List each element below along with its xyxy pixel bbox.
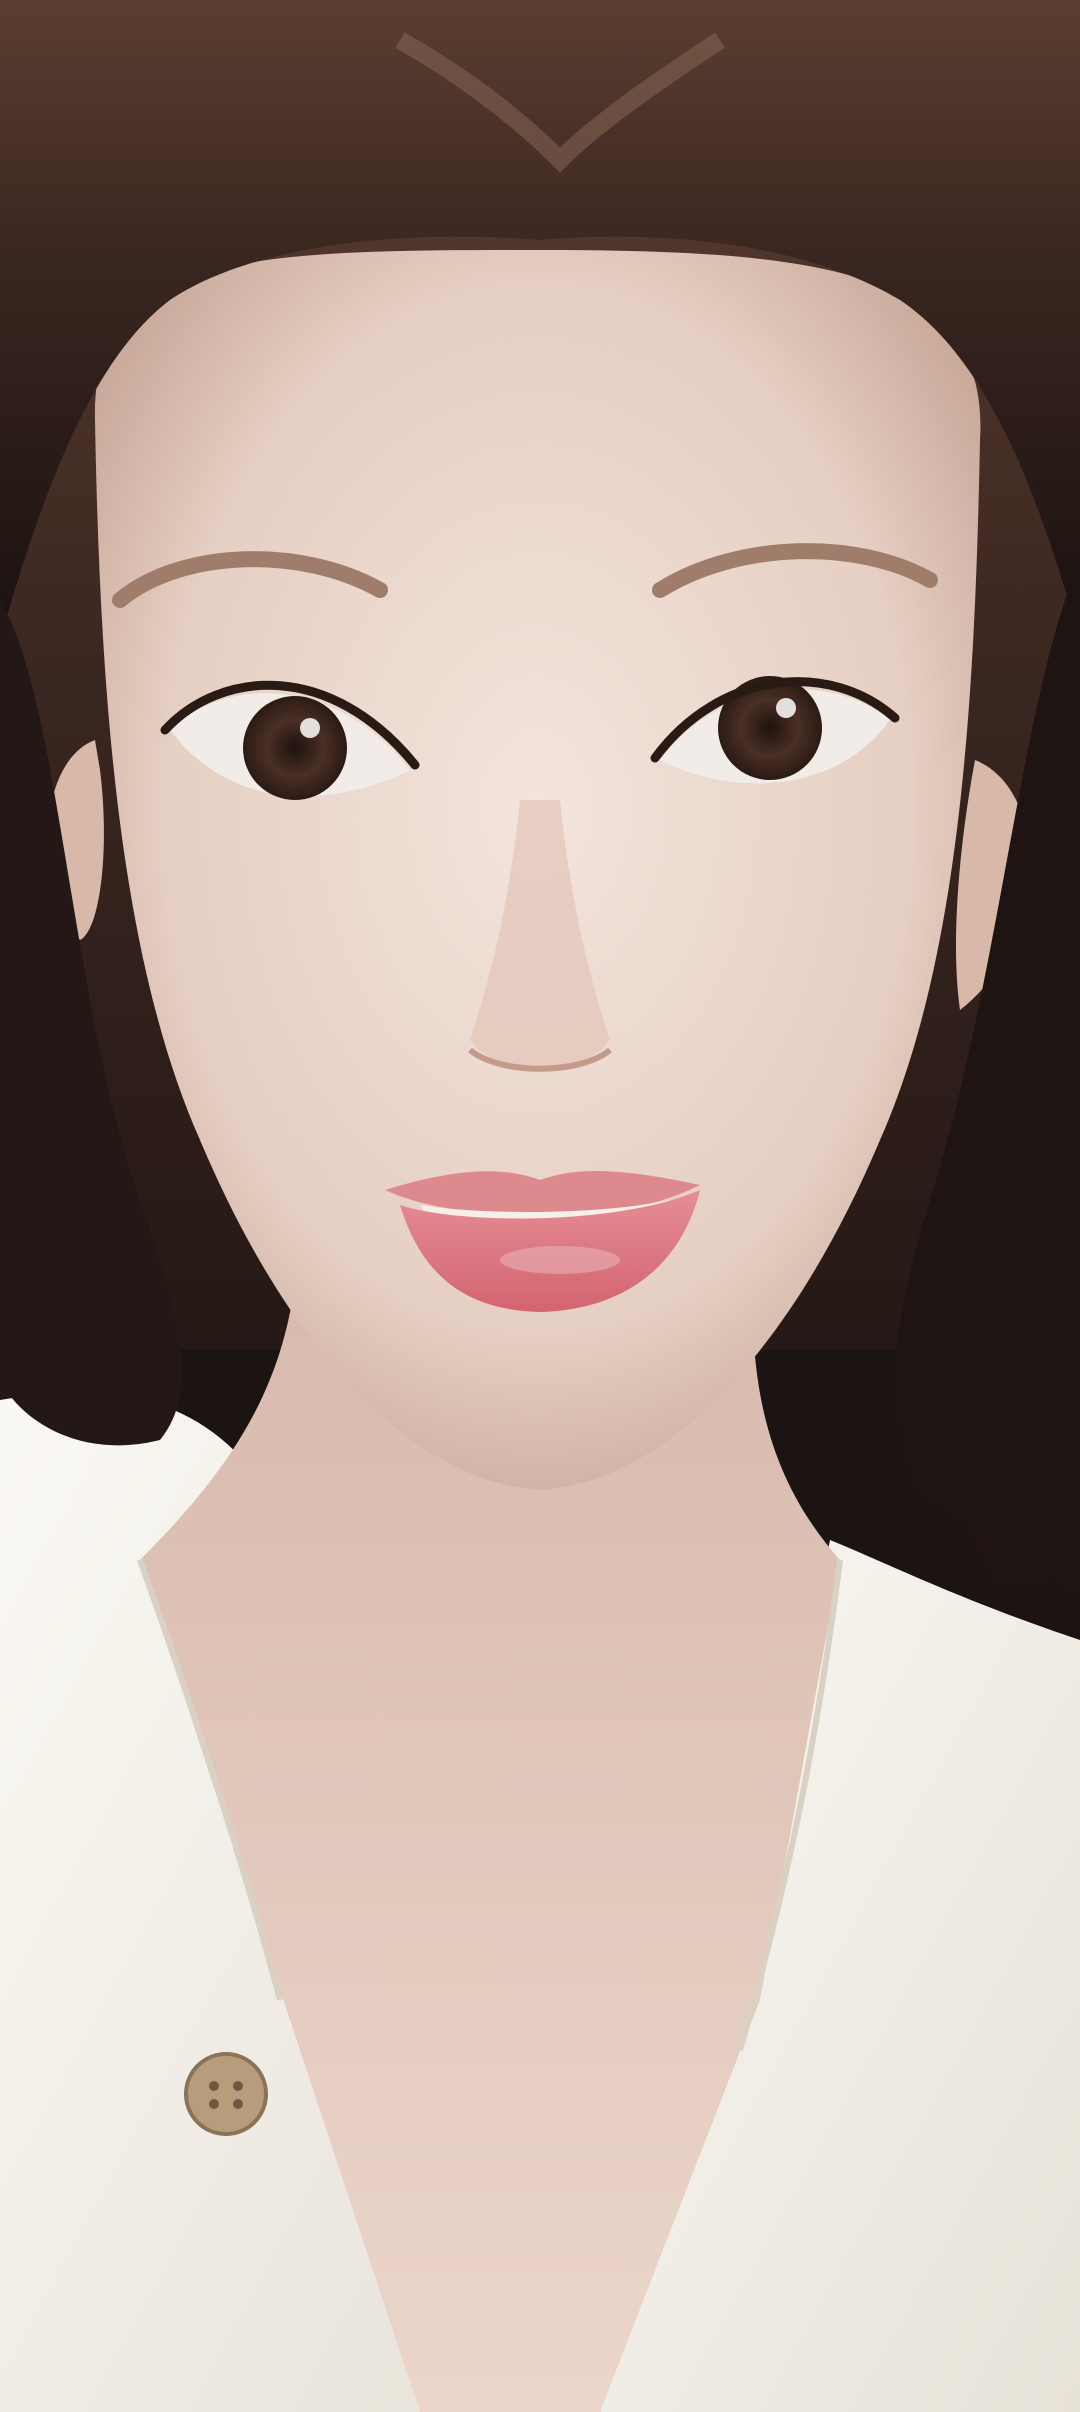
- fullscreen-photo-view: [0, 0, 1080, 2412]
- left-eye-iris: [243, 696, 347, 800]
- shirt-button: [184, 2052, 268, 2136]
- portrait-photo: [0, 0, 1080, 2412]
